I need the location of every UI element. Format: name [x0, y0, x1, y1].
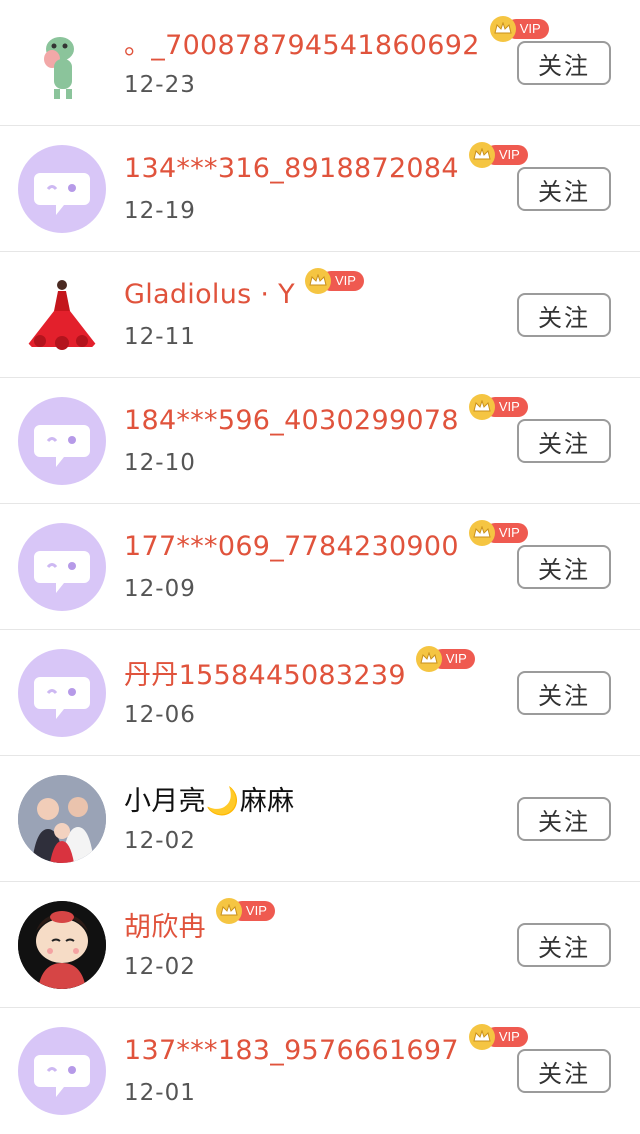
- vip-badge: VIP: [468, 520, 528, 546]
- frog-sticker-avatar: [18, 19, 106, 107]
- user-name[interactable]: 134***316_8918872084: [124, 153, 459, 184]
- crown-icon: [468, 394, 495, 420]
- follow-date: 12-09: [124, 576, 196, 602]
- avatar[interactable]: [18, 649, 106, 737]
- follow-button[interactable]: 关注: [517, 923, 611, 967]
- crown-icon: [415, 646, 442, 672]
- follower-list: 。_700878794541860692 VIP 12-23 关注 134***…: [0, 0, 640, 1128]
- follow-date: 12-06: [124, 702, 196, 728]
- name-line: 177***069_7784230900 VIP: [124, 520, 528, 566]
- avatar[interactable]: [18, 271, 106, 359]
- follow-button[interactable]: 关注: [517, 671, 611, 715]
- avatar[interactable]: [18, 775, 106, 863]
- user-name[interactable]: 177***069_7784230900: [124, 531, 459, 562]
- list-item[interactable]: Gladiolus · Y VIP 12-11 关注: [0, 252, 640, 378]
- avatar[interactable]: [18, 19, 106, 107]
- follow-button[interactable]: 关注: [517, 293, 611, 337]
- follow-button[interactable]: 关注: [517, 1049, 611, 1093]
- follow-date: 12-02: [124, 954, 196, 980]
- cartoon-girl-avatar: [18, 901, 106, 989]
- list-item[interactable]: 丹丹1558445083239 VIP 12-06 关注: [0, 630, 640, 756]
- name-line: 137***183_9576661697 VIP: [124, 1024, 528, 1070]
- list-item[interactable]: 184***596_4030299078 VIP 12-10 关注: [0, 378, 640, 504]
- user-name[interactable]: Gladiolus · Y: [124, 279, 295, 310]
- vip-badge: VIP: [415, 646, 475, 672]
- vip-badge: VIP: [468, 1024, 528, 1050]
- avatar[interactable]: [18, 523, 106, 611]
- default-chat-avatar: [34, 677, 90, 719]
- name-line: 胡欣冉 VIP: [124, 898, 275, 944]
- crown-icon: [468, 520, 495, 546]
- list-item[interactable]: 。_700878794541860692 VIP 12-23 关注: [0, 0, 640, 126]
- follow-button[interactable]: 关注: [517, 41, 611, 85]
- user-name[interactable]: 137***183_9576661697: [124, 1035, 459, 1066]
- avatar[interactable]: [18, 901, 106, 989]
- name-line: 小月亮🌙麻麻: [124, 778, 294, 818]
- user-name[interactable]: 。_700878794541860692: [124, 23, 480, 62]
- vip-badge: VIP: [304, 268, 364, 294]
- avatar[interactable]: [18, 397, 106, 485]
- crown-icon: [489, 16, 516, 42]
- default-chat-avatar: [34, 173, 90, 215]
- follow-date: 12-02: [124, 828, 196, 854]
- follow-date: 12-23: [124, 72, 196, 98]
- follow-button[interactable]: 关注: [517, 797, 611, 841]
- vip-badge: VIP: [468, 394, 528, 420]
- default-chat-avatar: [34, 551, 90, 593]
- crown-icon: [468, 1024, 495, 1050]
- user-name[interactable]: 小月亮🌙麻麻: [124, 779, 294, 818]
- follow-date: 12-19: [124, 198, 196, 224]
- list-item[interactable]: 177***069_7784230900 VIP 12-09 关注: [0, 504, 640, 630]
- vip-badge: VIP: [468, 142, 528, 168]
- default-chat-avatar: [34, 425, 90, 467]
- name-line: 。_700878794541860692 VIP: [124, 16, 549, 62]
- family-photo-avatar: [18, 775, 106, 863]
- default-chat-avatar: [34, 1055, 90, 1097]
- crown-icon: [468, 142, 495, 168]
- user-name[interactable]: 胡欣冉: [124, 905, 206, 944]
- follow-button[interactable]: 关注: [517, 419, 611, 463]
- follow-date: 12-10: [124, 450, 196, 476]
- name-line: 134***316_8918872084 VIP: [124, 142, 528, 188]
- follow-button[interactable]: 关注: [517, 545, 611, 589]
- user-name[interactable]: 丹丹1558445083239: [124, 653, 406, 692]
- list-item[interactable]: 胡欣冉 VIP 12-02 关注: [0, 882, 640, 1008]
- crown-icon: [304, 268, 331, 294]
- list-item[interactable]: 137***183_9576661697 VIP 12-01 关注: [0, 1008, 640, 1134]
- follow-date: 12-01: [124, 1080, 196, 1106]
- follow-button[interactable]: 关注: [517, 167, 611, 211]
- name-line: 丹丹1558445083239 VIP: [124, 646, 475, 692]
- red-dress-avatar: [18, 271, 106, 359]
- vip-badge: VIP: [215, 898, 275, 924]
- follow-date: 12-11: [124, 324, 196, 350]
- user-name[interactable]: 184***596_4030299078: [124, 405, 459, 436]
- avatar[interactable]: [18, 1027, 106, 1115]
- list-item[interactable]: 134***316_8918872084 VIP 12-19 关注: [0, 126, 640, 252]
- name-line: 184***596_4030299078 VIP: [124, 394, 528, 440]
- avatar[interactable]: [18, 145, 106, 233]
- crown-icon: [215, 898, 242, 924]
- list-item[interactable]: 小月亮🌙麻麻 12-02 关注: [0, 756, 640, 882]
- vip-badge: VIP: [489, 16, 549, 42]
- name-line: Gladiolus · Y VIP: [124, 268, 364, 314]
